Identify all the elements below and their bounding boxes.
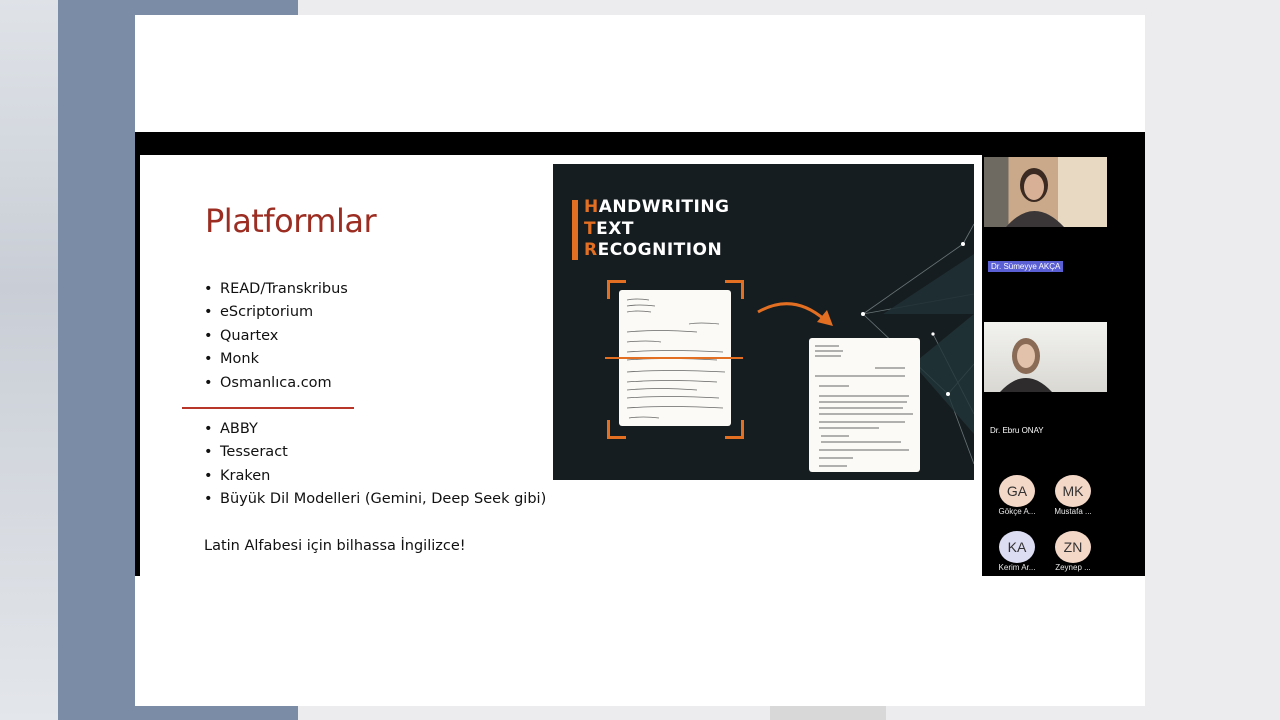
- scan-line: [605, 357, 743, 359]
- attendee-avatar[interactable]: ZN: [1055, 531, 1091, 563]
- list-item: Tesseract: [204, 441, 546, 464]
- list-item: Osmanlıca.com: [204, 372, 348, 395]
- section-divider: [182, 407, 354, 409]
- participant-name-label: Dr. Sümeyye AKÇA: [988, 261, 1064, 272]
- list-item: eScriptorium: [204, 301, 348, 324]
- participant-video-1[interactable]: [984, 157, 1107, 227]
- list-item: READ/Transkribus: [204, 278, 348, 301]
- participant-name-label: Dr. Ebru ONAY: [990, 426, 1044, 435]
- background-bottom-strip: [770, 706, 886, 720]
- htr-title: HANDWRITING TEXT RECOGNITION: [584, 197, 730, 260]
- slide-note: Latin Alfabesi için bilhassa İngilizce!: [204, 538, 466, 554]
- list-item: Monk: [204, 348, 348, 371]
- attendee-avatar[interactable]: MK: [1055, 475, 1091, 507]
- htr-illustration: HANDWRITING TEXT RECOGNITION: [553, 164, 974, 480]
- attendee-avatar[interactable]: KA: [999, 531, 1035, 563]
- list-item: Kraken: [204, 465, 546, 488]
- attendee-name: Kerim Ar...: [998, 563, 1036, 572]
- list-item: Quartex: [204, 325, 348, 348]
- arrow-right-icon: [757, 302, 833, 326]
- person-silhouette-icon: [1006, 168, 1064, 227]
- title-accent-bar: [572, 200, 578, 260]
- attendee-avatar[interactable]: GA: [999, 475, 1035, 507]
- attendee-name: Gökçe A...: [998, 507, 1036, 516]
- platform-list-secondary: ABBY Tesseract Kraken Büyük Dil Modeller…: [204, 418, 546, 512]
- person-silhouette-icon: [1000, 338, 1052, 392]
- list-item: ABBY: [204, 418, 546, 441]
- attendee-name: Mustafa ...: [1054, 507, 1092, 516]
- attendee-name: Zeynep ...: [1055, 563, 1091, 572]
- list-item: Büyük Dil Modelleri (Gemini, Deep Seek g…: [204, 488, 546, 511]
- printed-text-lines: [815, 345, 913, 467]
- presentation-slide: Platformlar READ/Transkribus eScriptoriu…: [140, 155, 982, 576]
- background-left-panel: [0, 0, 58, 720]
- platform-list-primary: READ/Transkribus eScriptorium Quartex Mo…: [204, 278, 348, 395]
- participant-video-2[interactable]: [984, 322, 1107, 392]
- participants-panel: Dr. Sümeyye AKÇA Dr. Ebru ONAY GA Gökçe …: [982, 155, 1145, 576]
- slide-title: Platformlar: [205, 202, 377, 240]
- recognized-text-document-image: [809, 338, 920, 472]
